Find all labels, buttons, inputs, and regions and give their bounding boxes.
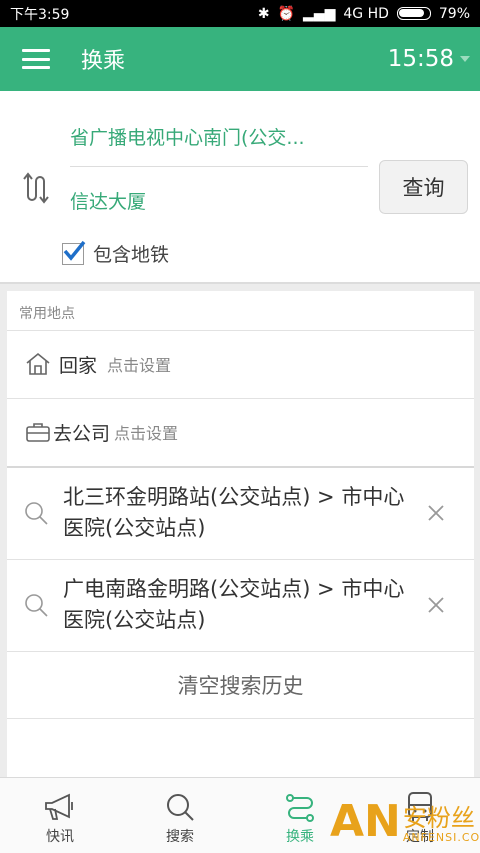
tab-label: 换乘 xyxy=(286,829,314,845)
status-bar: 下午3:59 ✱ ⏰ ▂▄▆ 4G HD 79% xyxy=(0,0,480,27)
megaphone-icon xyxy=(43,790,77,824)
origin-field[interactable]: 省广播电视中心南门(公交... xyxy=(70,123,305,150)
watermark-logo: AN 安粉丝 ANFENSI.COM xyxy=(330,796,480,847)
page-title: 换乘 xyxy=(81,49,126,74)
alarm-icon: ⏰ xyxy=(277,5,296,22)
history-text: 北三环金明路站(公交站点) > 市中心医院(公交站点) xyxy=(63,485,405,540)
route-divider xyxy=(70,166,368,167)
query-button[interactable]: 查询 xyxy=(379,160,468,214)
favorite-office[interactable]: 去公司 点击设置 xyxy=(7,399,474,465)
search-icon xyxy=(165,790,195,824)
destination-field[interactable]: 信达大厦 xyxy=(70,187,146,214)
app-bar: 换乘 15:58 xyxy=(0,27,480,91)
favorite-name: 回家 xyxy=(59,354,98,377)
include-subway-label: 包含地铁 xyxy=(93,244,170,266)
tab-label: 快讯 xyxy=(46,829,74,845)
history-text: 广电南路金明路(公交站点) > 市中心医院(公交站点) xyxy=(63,577,405,632)
status-time: 下午3:59 xyxy=(10,6,70,23)
app-bar-time: 15:58 xyxy=(387,46,454,72)
home-icon xyxy=(23,349,53,379)
tab-search[interactable]: 搜索 xyxy=(120,778,240,853)
bluetooth-icon: ✱ xyxy=(257,5,270,22)
tab-news[interactable]: 快讯 xyxy=(0,778,120,853)
briefcase-icon xyxy=(23,417,53,447)
search-icon xyxy=(25,502,48,525)
watermark-cn: 安粉丝 xyxy=(402,804,475,832)
favorite-name: 去公司 xyxy=(53,422,111,445)
favorites-section-label: 常用地点 xyxy=(19,306,75,322)
history-item[interactable]: 广电南路金明路(公交站点) > 市中心医院(公交站点) xyxy=(7,560,474,652)
watermark-en: ANFENSI.COM xyxy=(402,831,480,844)
battery-percent: 79% xyxy=(438,5,470,22)
search-icon xyxy=(25,594,48,617)
checkmark-icon xyxy=(63,240,86,261)
places-card: 常用地点 回家 点击设置 去公司 点击设置 北三环金明路站(公交站点) > 市中… xyxy=(7,291,474,777)
tab-label: 搜索 xyxy=(166,829,194,845)
include-subway-checkbox[interactable] xyxy=(62,240,86,265)
transfer-icon xyxy=(285,790,315,824)
signal-icon: ▂▄▆ xyxy=(303,5,336,22)
include-subway-option[interactable]: 包含地铁 xyxy=(62,240,169,267)
favorite-home[interactable]: 回家 点击设置 xyxy=(7,331,474,397)
favorite-hint: 点击设置 xyxy=(114,424,179,443)
dropdown-caret-icon[interactable] xyxy=(460,56,470,62)
history-item[interactable]: 北三环金明路站(公交站点) > 市中心医院(公交站点) xyxy=(7,468,474,560)
menu-icon[interactable] xyxy=(22,49,50,69)
delete-history-icon[interactable] xyxy=(427,504,445,522)
network-type: 4G HD xyxy=(343,5,389,22)
battery-icon xyxy=(396,7,431,20)
clear-history-button[interactable]: 清空搜索历史 xyxy=(7,651,474,718)
delete-history-icon[interactable] xyxy=(427,596,445,614)
swap-route-icon[interactable] xyxy=(21,172,49,204)
favorite-hint: 点击设置 xyxy=(107,356,172,375)
status-indicators: ✱ ⏰ ▂▄▆ 4G HD 79% xyxy=(258,6,470,22)
divider xyxy=(7,718,474,719)
watermark-an: AN xyxy=(330,796,401,847)
